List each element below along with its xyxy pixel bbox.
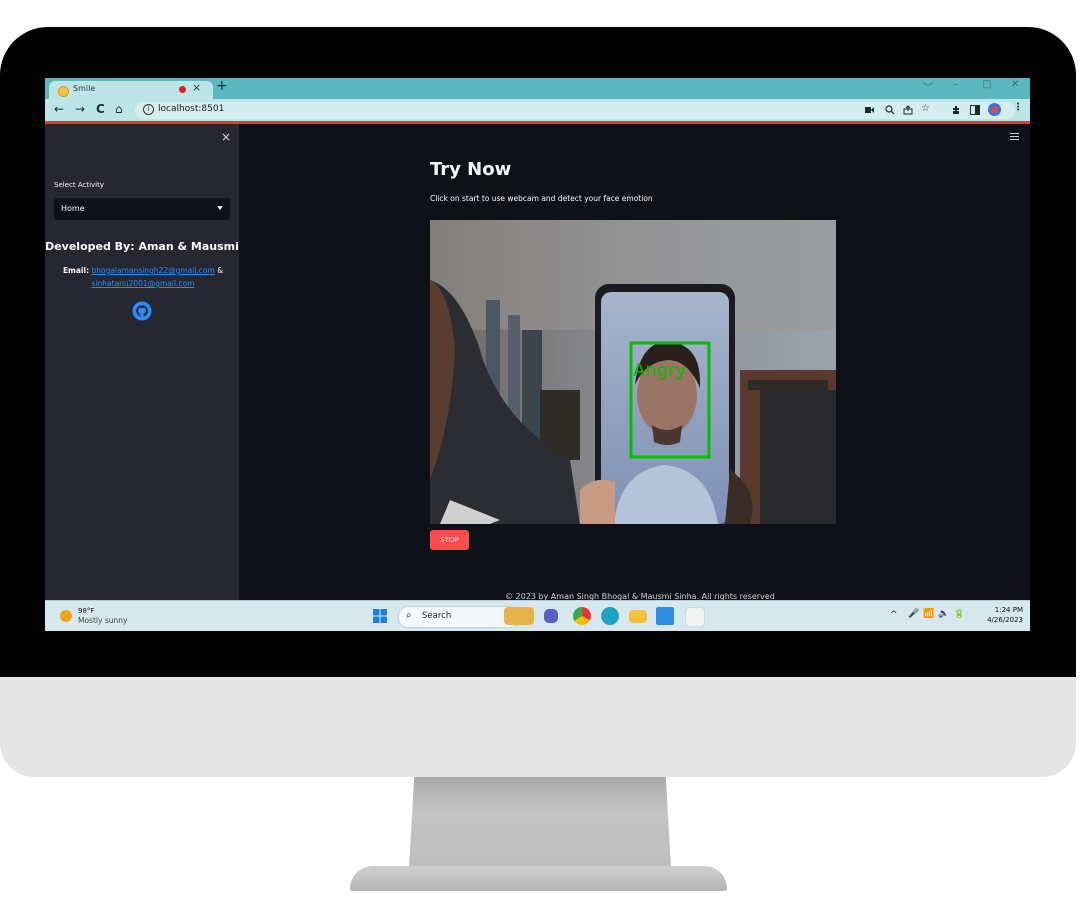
weather-sun-icon[interactable] (60, 610, 72, 622)
new-tab-button[interactable]: + (216, 78, 228, 94)
webcam-frame-image: Angry (430, 220, 836, 524)
maximize-button[interactable]: ▢ (982, 79, 991, 90)
email-link-2[interactable]: sinhatanu2001@gmail.com (92, 279, 195, 288)
side-panel-icon[interactable] (970, 105, 980, 115)
browser-tab[interactable]: Smile × (49, 81, 213, 99)
reload-button[interactable]: C (96, 102, 105, 116)
close-window-button[interactable]: ✕ (1011, 79, 1019, 90)
webcam-feed: Angry (430, 220, 836, 524)
weather-temperature[interactable]: 98°F (78, 607, 94, 615)
minimize-button[interactable]: – (953, 79, 958, 90)
browser-toolbar: ← → C ⌂ i localhost:8501 ☆ ⋮ (45, 99, 1030, 121)
widgets-icon[interactable] (504, 607, 534, 625)
back-button[interactable]: ← (54, 102, 64, 116)
clock-time[interactable]: 1:24 PM (983, 606, 1023, 614)
weather-description[interactable]: Mostly sunny (78, 616, 127, 625)
chevron-down-icon (217, 206, 223, 210)
page-subtitle: Click on start to use webcam and detect … (430, 194, 653, 203)
select-activity-label: Select Activity (54, 181, 104, 189)
forward-button[interactable]: → (75, 102, 85, 116)
clock-date[interactable]: 4/26/2023 (975, 616, 1023, 624)
zoom-icon[interactable] (885, 105, 895, 115)
url-text[interactable]: localhost:8501 (158, 104, 224, 114)
share-icon[interactable] (903, 105, 913, 115)
sidebar: × Select Activity Home Developed By: Ama… (45, 124, 239, 600)
smile-favicon-icon (58, 86, 69, 97)
email-link-1[interactable]: bhogalamansingh22@gmail.com (91, 266, 214, 275)
browser-tab-strip: Smile × + ﹀ – ▢ ✕ (45, 78, 1030, 99)
extensions-icon[interactable] (951, 105, 961, 115)
activity-select-value: Home (61, 204, 85, 213)
file-explorer-icon[interactable] (629, 610, 647, 623)
site-info-icon[interactable]: i (143, 104, 154, 115)
emotion-label: Angry (633, 360, 687, 381)
hamburger-menu-icon[interactable] (1010, 133, 1019, 140)
monitor-chin (0, 677, 1076, 777)
taskbar-search[interactable]: ⌕ Search (398, 606, 520, 628)
system-tray-icons[interactable]: 🎤📶🔈🔋 (908, 609, 969, 619)
email-block: Email: bhogalamansingh22@gmail.com & sin… (51, 264, 235, 290)
email-label: Email: (62, 266, 90, 275)
stop-button[interactable]: STOP (430, 530, 469, 550)
activity-select[interactable]: Home (54, 198, 230, 220)
edge-icon[interactable] (601, 607, 619, 625)
email-separator: & (217, 266, 224, 275)
profile-avatar[interactable] (988, 103, 1001, 116)
home-button[interactable]: ⌂ (115, 102, 123, 116)
search-icon: ⌕ (406, 610, 412, 621)
bookmark-star-icon[interactable]: ☆ (921, 103, 930, 114)
teams-chat-icon[interactable] (544, 609, 558, 623)
chrome-icon[interactable] (573, 607, 591, 625)
monitor-stand-neck (409, 777, 671, 867)
recording-indicator-icon (179, 86, 186, 93)
sidebar-close-icon[interactable]: × (221, 130, 231, 144)
browser-menu-icon[interactable]: ⋮ (1013, 102, 1023, 113)
camera-in-use-icon[interactable] (865, 106, 874, 114)
page-title: Try Now (430, 159, 512, 180)
vscode-icon[interactable] (656, 607, 674, 625)
monitor-stand-base (350, 866, 727, 891)
screen: Smile × + ﹀ – ▢ ✕ ← → C ⌂ i localhost:85… (45, 78, 1030, 631)
tab-close-icon[interactable]: × (192, 81, 201, 94)
taskbar: 98°F Mostly sunny ⌕ Search ^ 🎤📶🔈🔋 1:24 P… (45, 600, 1030, 631)
search-placeholder: Search (422, 611, 452, 621)
github-icon[interactable] (132, 301, 152, 321)
snipping-tool-icon[interactable] (685, 607, 705, 627)
developed-by-heading: Developed By: Aman & Mausmi (45, 240, 239, 253)
tab-search-icon[interactable]: ﹀ (923, 79, 933, 94)
address-bar[interactable]: i localhost:8501 ☆ (135, 102, 1015, 119)
windows-start-icon[interactable] (373, 609, 387, 623)
tray-chevron-icon[interactable]: ^ (890, 610, 898, 620)
tab-title: Smile (73, 84, 96, 93)
